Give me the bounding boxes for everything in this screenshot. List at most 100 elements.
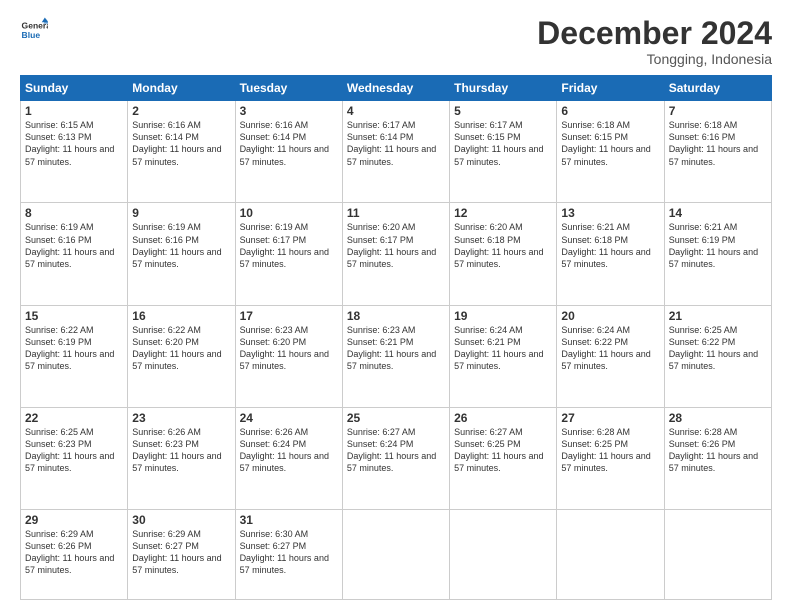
day-info: Sunrise: 6:18 AM Sunset: 6:15 PM Dayligh… bbox=[561, 119, 659, 168]
table-row: 2 Sunrise: 6:16 AM Sunset: 6:14 PM Dayli… bbox=[128, 101, 235, 203]
col-wednesday: Wednesday bbox=[342, 76, 449, 101]
table-row bbox=[557, 509, 664, 599]
table-row: 29 Sunrise: 6:29 AM Sunset: 6:26 PM Dayl… bbox=[21, 509, 128, 599]
table-row: 6 Sunrise: 6:18 AM Sunset: 6:15 PM Dayli… bbox=[557, 101, 664, 203]
table-row: 19 Sunrise: 6:24 AM Sunset: 6:21 PM Dayl… bbox=[450, 305, 557, 407]
table-row: 13 Sunrise: 6:21 AM Sunset: 6:18 PM Dayl… bbox=[557, 203, 664, 305]
day-info: Sunrise: 6:30 AM Sunset: 6:27 PM Dayligh… bbox=[240, 528, 338, 577]
day-number: 17 bbox=[240, 309, 338, 323]
day-info: Sunrise: 6:24 AM Sunset: 6:21 PM Dayligh… bbox=[454, 324, 552, 373]
table-row: 5 Sunrise: 6:17 AM Sunset: 6:15 PM Dayli… bbox=[450, 101, 557, 203]
day-number: 11 bbox=[347, 206, 445, 220]
day-number: 3 bbox=[240, 104, 338, 118]
table-row: 14 Sunrise: 6:21 AM Sunset: 6:19 PM Dayl… bbox=[664, 203, 771, 305]
table-row bbox=[450, 509, 557, 599]
table-row: 7 Sunrise: 6:18 AM Sunset: 6:16 PM Dayli… bbox=[664, 101, 771, 203]
day-info: Sunrise: 6:29 AM Sunset: 6:27 PM Dayligh… bbox=[132, 528, 230, 577]
day-number: 16 bbox=[132, 309, 230, 323]
calendar-header-row: Sunday Monday Tuesday Wednesday Thursday… bbox=[21, 76, 772, 101]
table-row: 12 Sunrise: 6:20 AM Sunset: 6:18 PM Dayl… bbox=[450, 203, 557, 305]
generalblue-logo-icon: General Blue bbox=[20, 16, 48, 44]
day-number: 12 bbox=[454, 206, 552, 220]
day-info: Sunrise: 6:27 AM Sunset: 6:25 PM Dayligh… bbox=[454, 426, 552, 475]
table-row: 25 Sunrise: 6:27 AM Sunset: 6:24 PM Dayl… bbox=[342, 407, 449, 509]
calendar-week-row: 8 Sunrise: 6:19 AM Sunset: 6:16 PM Dayli… bbox=[21, 203, 772, 305]
day-number: 14 bbox=[669, 206, 767, 220]
day-number: 27 bbox=[561, 411, 659, 425]
day-number: 15 bbox=[25, 309, 123, 323]
table-row bbox=[664, 509, 771, 599]
day-number: 8 bbox=[25, 206, 123, 220]
day-number: 5 bbox=[454, 104, 552, 118]
day-info: Sunrise: 6:20 AM Sunset: 6:18 PM Dayligh… bbox=[454, 221, 552, 270]
table-row: 30 Sunrise: 6:29 AM Sunset: 6:27 PM Dayl… bbox=[128, 509, 235, 599]
day-info: Sunrise: 6:23 AM Sunset: 6:20 PM Dayligh… bbox=[240, 324, 338, 373]
day-number: 10 bbox=[240, 206, 338, 220]
col-friday: Friday bbox=[557, 76, 664, 101]
calendar-table: Sunday Monday Tuesday Wednesday Thursday… bbox=[20, 75, 772, 600]
table-row: 3 Sunrise: 6:16 AM Sunset: 6:14 PM Dayli… bbox=[235, 101, 342, 203]
subtitle: Tongging, Indonesia bbox=[537, 51, 772, 67]
table-row: 31 Sunrise: 6:30 AM Sunset: 6:27 PM Dayl… bbox=[235, 509, 342, 599]
col-tuesday: Tuesday bbox=[235, 76, 342, 101]
day-info: Sunrise: 6:22 AM Sunset: 6:20 PM Dayligh… bbox=[132, 324, 230, 373]
table-row: 22 Sunrise: 6:25 AM Sunset: 6:23 PM Dayl… bbox=[21, 407, 128, 509]
table-row: 4 Sunrise: 6:17 AM Sunset: 6:14 PM Dayli… bbox=[342, 101, 449, 203]
title-block: December 2024 Tongging, Indonesia bbox=[537, 16, 772, 67]
day-number: 29 bbox=[25, 513, 123, 527]
day-info: Sunrise: 6:16 AM Sunset: 6:14 PM Dayligh… bbox=[240, 119, 338, 168]
calendar-week-row: 15 Sunrise: 6:22 AM Sunset: 6:19 PM Dayl… bbox=[21, 305, 772, 407]
day-info: Sunrise: 6:18 AM Sunset: 6:16 PM Dayligh… bbox=[669, 119, 767, 168]
calendar-week-row: 29 Sunrise: 6:29 AM Sunset: 6:26 PM Dayl… bbox=[21, 509, 772, 599]
table-row: 18 Sunrise: 6:23 AM Sunset: 6:21 PM Dayl… bbox=[342, 305, 449, 407]
table-row: 28 Sunrise: 6:28 AM Sunset: 6:26 PM Dayl… bbox=[664, 407, 771, 509]
table-row: 27 Sunrise: 6:28 AM Sunset: 6:25 PM Dayl… bbox=[557, 407, 664, 509]
day-info: Sunrise: 6:26 AM Sunset: 6:24 PM Dayligh… bbox=[240, 426, 338, 475]
day-number: 7 bbox=[669, 104, 767, 118]
col-sunday: Sunday bbox=[21, 76, 128, 101]
day-number: 19 bbox=[454, 309, 552, 323]
table-row: 1 Sunrise: 6:15 AM Sunset: 6:13 PM Dayli… bbox=[21, 101, 128, 203]
day-info: Sunrise: 6:15 AM Sunset: 6:13 PM Dayligh… bbox=[25, 119, 123, 168]
day-info: Sunrise: 6:21 AM Sunset: 6:19 PM Dayligh… bbox=[669, 221, 767, 270]
day-info: Sunrise: 6:17 AM Sunset: 6:15 PM Dayligh… bbox=[454, 119, 552, 168]
logo: General Blue bbox=[20, 16, 48, 44]
day-number: 4 bbox=[347, 104, 445, 118]
day-number: 21 bbox=[669, 309, 767, 323]
day-info: Sunrise: 6:19 AM Sunset: 6:16 PM Dayligh… bbox=[132, 221, 230, 270]
day-info: Sunrise: 6:19 AM Sunset: 6:16 PM Dayligh… bbox=[25, 221, 123, 270]
day-number: 28 bbox=[669, 411, 767, 425]
day-info: Sunrise: 6:17 AM Sunset: 6:14 PM Dayligh… bbox=[347, 119, 445, 168]
col-monday: Monday bbox=[128, 76, 235, 101]
day-number: 26 bbox=[454, 411, 552, 425]
table-row bbox=[342, 509, 449, 599]
day-number: 6 bbox=[561, 104, 659, 118]
day-number: 25 bbox=[347, 411, 445, 425]
col-saturday: Saturday bbox=[664, 76, 771, 101]
table-row: 9 Sunrise: 6:19 AM Sunset: 6:16 PM Dayli… bbox=[128, 203, 235, 305]
day-info: Sunrise: 6:26 AM Sunset: 6:23 PM Dayligh… bbox=[132, 426, 230, 475]
day-info: Sunrise: 6:24 AM Sunset: 6:22 PM Dayligh… bbox=[561, 324, 659, 373]
day-number: 18 bbox=[347, 309, 445, 323]
table-row: 15 Sunrise: 6:22 AM Sunset: 6:19 PM Dayl… bbox=[21, 305, 128, 407]
calendar-week-row: 22 Sunrise: 6:25 AM Sunset: 6:23 PM Dayl… bbox=[21, 407, 772, 509]
table-row: 21 Sunrise: 6:25 AM Sunset: 6:22 PM Dayl… bbox=[664, 305, 771, 407]
day-number: 9 bbox=[132, 206, 230, 220]
day-info: Sunrise: 6:21 AM Sunset: 6:18 PM Dayligh… bbox=[561, 221, 659, 270]
table-row: 20 Sunrise: 6:24 AM Sunset: 6:22 PM Dayl… bbox=[557, 305, 664, 407]
day-info: Sunrise: 6:28 AM Sunset: 6:26 PM Dayligh… bbox=[669, 426, 767, 475]
day-info: Sunrise: 6:25 AM Sunset: 6:22 PM Dayligh… bbox=[669, 324, 767, 373]
header: General Blue December 2024 Tongging, Ind… bbox=[20, 16, 772, 67]
day-info: Sunrise: 6:16 AM Sunset: 6:14 PM Dayligh… bbox=[132, 119, 230, 168]
day-info: Sunrise: 6:20 AM Sunset: 6:17 PM Dayligh… bbox=[347, 221, 445, 270]
day-number: 23 bbox=[132, 411, 230, 425]
table-row: 23 Sunrise: 6:26 AM Sunset: 6:23 PM Dayl… bbox=[128, 407, 235, 509]
day-number: 24 bbox=[240, 411, 338, 425]
col-thursday: Thursday bbox=[450, 76, 557, 101]
day-number: 20 bbox=[561, 309, 659, 323]
day-number: 22 bbox=[25, 411, 123, 425]
table-row: 10 Sunrise: 6:19 AM Sunset: 6:17 PM Dayl… bbox=[235, 203, 342, 305]
table-row: 17 Sunrise: 6:23 AM Sunset: 6:20 PM Dayl… bbox=[235, 305, 342, 407]
main-title: December 2024 bbox=[537, 16, 772, 51]
day-number: 31 bbox=[240, 513, 338, 527]
